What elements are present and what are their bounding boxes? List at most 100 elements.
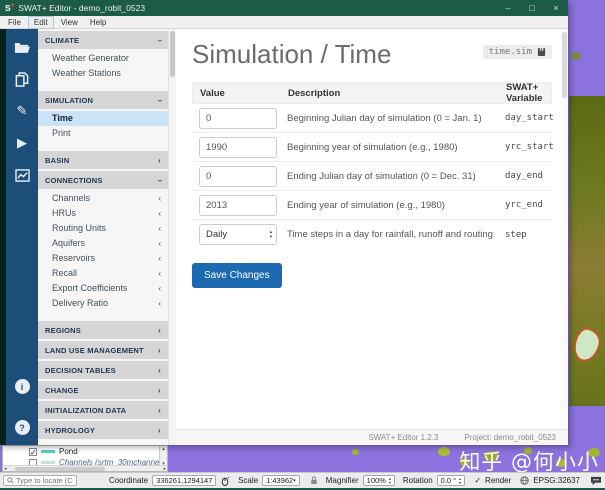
chevron-down-icon: ‹ — [155, 98, 165, 102]
globe-icon — [520, 476, 529, 485]
coordinate-value[interactable]: 336261,1294147 — [152, 475, 217, 486]
file-badge: time.sim — [482, 45, 552, 59]
chevron-left-icon: ‹ — [158, 425, 161, 435]
sidebar-item-routing-units[interactable]: Routing Units ‹ — [38, 221, 168, 236]
layers-vertical-scrollbar[interactable]: ▴ ▾ — [159, 446, 167, 467]
edit-pencil-icon[interactable]: ✎ — [13, 103, 31, 119]
yrc-start-input[interactable] — [199, 136, 277, 158]
copy-pages-icon[interactable] — [13, 71, 31, 87]
sidebar-section-change[interactable]: CHANGE ‹ — [38, 381, 168, 399]
table-row: Daily ▴ ▾ Time steps in a day for rainfal… — [192, 220, 552, 249]
sidebar-item-weather-generator[interactable]: Weather Generator — [38, 51, 168, 66]
layer-checkbox[interactable]: ✓ — [29, 447, 37, 456]
magnifier-spinner[interactable]: 100% ▴ ▾ — [362, 475, 395, 486]
main-content: Simulation / Time time.sim Value Descrip… — [176, 29, 568, 445]
qgis-layers-panel: ✓ Pond Channels (srtm_30mchannel) ▴ ▾ ◂ ▸ — [2, 445, 168, 472]
sidebar-section-hydrology[interactable]: HYDROLOGY ‹ — [38, 421, 168, 439]
spinner-arrows-icon[interactable]: ▴ ▾ — [389, 476, 391, 485]
locator-search[interactable] — [3, 475, 77, 486]
menu-file[interactable]: File — [3, 17, 26, 28]
menu-edit[interactable]: Edit — [27, 15, 54, 29]
coordinate-label: Coordinate — [108, 476, 149, 485]
sidebar-item-print[interactable]: Print — [38, 126, 168, 141]
sidebar-item-delivery-ratio[interactable]: Delivery Ratio ‹ — [38, 296, 168, 311]
sidebar-section-connections[interactable]: CONNECTIONS ‹ — [38, 171, 168, 189]
yrc-end-input[interactable] — [199, 194, 277, 216]
magnifier-label: Magnifier — [325, 476, 359, 485]
locator-input[interactable] — [16, 476, 73, 485]
sidebar-item-recall[interactable]: Recall ‹ — [38, 266, 168, 281]
editor-version: SWAT+ Editor 1.2.3 — [368, 433, 439, 442]
sidebar-nav: CLIMATE ‹ Weather Generator Weather Stat… — [38, 29, 168, 445]
sidebar-item-time[interactable]: Time — [38, 111, 168, 126]
chevron-left-icon: ‹ — [158, 239, 161, 248]
row-variable: step — [505, 229, 527, 240]
maximize-button[interactable]: □ — [520, 3, 544, 13]
chevron-left-icon: ‹ — [158, 365, 161, 375]
scrollbar-thumb[interactable] — [562, 32, 567, 98]
menu-help[interactable]: Help — [85, 17, 111, 28]
sidebar-section-land-use-management[interactable]: LAND USE MANAGEMENT ‹ — [38, 341, 168, 359]
day-end-input[interactable] — [199, 165, 277, 187]
render-checkbox[interactable]: ✓ — [474, 476, 481, 485]
rotation-label: Rotation — [402, 476, 433, 485]
sidebar-item-weather-stations[interactable]: Weather Stations — [38, 66, 168, 81]
search-icon — [7, 477, 14, 484]
swat-editor-window: S+ SWAT+ Editor - demo_robit_0523 – □ × … — [0, 0, 568, 445]
epsg-button[interactable]: EPSG:32637 — [533, 476, 580, 485]
row-description: Beginning year of simulation (e.g., 1980… — [287, 141, 458, 153]
section-label: BASIN — [45, 155, 70, 165]
step-select[interactable]: Daily ▴ ▾ — [199, 224, 277, 245]
mouse-position-icon[interactable] — [220, 476, 230, 486]
map-vegetation-blob — [438, 447, 450, 456]
sidebar-item-reservoirs[interactable]: Reservoirs ‹ — [38, 251, 168, 266]
sidebar-section-climate[interactable]: CLIMATE ‹ — [38, 31, 168, 49]
chevron-left-icon: ‹ — [158, 385, 161, 395]
rotation-spinner[interactable]: 0.0 ° ▴ ▾ — [436, 475, 466, 486]
sidebar-item-hrus[interactable]: HRUs ‹ — [38, 206, 168, 221]
sidebar-section-simulation[interactable]: SIMULATION ‹ — [38, 91, 168, 109]
project-name: Project: demo_robit_0523 — [464, 433, 556, 442]
sidebar-item-export-coefficients[interactable]: Export Coefficients ‹ — [38, 281, 168, 296]
close-button[interactable]: × — [544, 3, 568, 13]
day-start-input[interactable] — [199, 107, 277, 129]
section-label: HYDROLOGY — [45, 425, 96, 435]
scrollbar-thumb[interactable] — [14, 466, 105, 471]
menu-view[interactable]: View — [56, 17, 83, 28]
header-value: Value — [200, 87, 225, 99]
scale-label: Scale — [238, 476, 259, 485]
save-changes-button[interactable]: Save Changes — [192, 263, 282, 288]
info-icon[interactable]: i — [14, 379, 30, 394]
sidebar-section-decision-tables[interactable]: DECISION TABLES ‹ — [38, 361, 168, 379]
scale-combo[interactable]: 1:43962 ▾ — [262, 475, 300, 486]
render-label: Render — [485, 476, 512, 485]
chevron-left-icon: ‹ — [158, 155, 161, 165]
sidebar-section-regions[interactable]: REGIONS ‹ — [38, 321, 168, 339]
sidebar-item-aquifers[interactable]: Aquifers ‹ — [38, 236, 168, 251]
header-description: Description — [288, 87, 341, 99]
section-label: CONNECTIONS — [45, 175, 103, 185]
sidebar-item-channels[interactable]: Channels ‹ — [38, 191, 168, 206]
sidebar-section-initialization-data[interactable]: INITIALIZATION DATA ‹ — [38, 401, 168, 419]
row-description: Ending year of simulation (e.g., 1980) — [287, 199, 445, 211]
section-label: INITIALIZATION DATA — [45, 405, 127, 415]
chevron-down-icon: ‹ — [155, 178, 165, 182]
spinner-arrows-icon[interactable]: ▴ ▾ — [459, 476, 461, 485]
layers-horizontal-scrollbar[interactable]: ◂ ▸ — [3, 465, 167, 471]
lock-icon[interactable] — [310, 476, 318, 485]
results-chart-icon[interactable] — [13, 167, 31, 183]
layer-name[interactable]: Pond — [59, 447, 78, 456]
minimize-button[interactable]: – — [496, 3, 520, 13]
layer-row-pond[interactable]: ✓ Pond — [3, 446, 167, 457]
scrollbar-thumb[interactable] — [170, 31, 175, 77]
sidebar-scrollbar[interactable] — [168, 29, 176, 445]
open-project-icon[interactable] — [13, 39, 31, 55]
sidebar-section-basin[interactable]: BASIN ‹ — [38, 151, 168, 169]
help-icon[interactable]: ? — [14, 420, 30, 435]
run-play-icon[interactable]: ▶ — [13, 135, 31, 151]
messages-bubble-icon[interactable] — [590, 476, 602, 486]
app-logo: S+ — [5, 3, 15, 13]
row-variable: day_end — [505, 171, 543, 181]
main-scrollbar[interactable] — [561, 29, 568, 429]
map-vegetation-blob — [352, 449, 359, 455]
